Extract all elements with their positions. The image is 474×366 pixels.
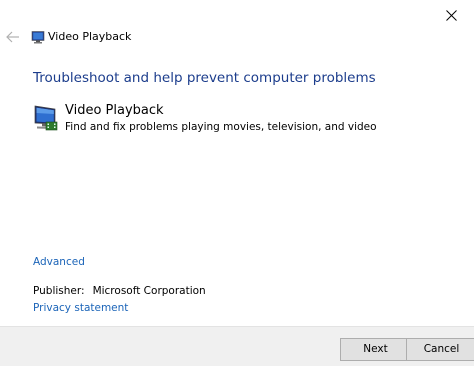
monitor-video-icon (34, 105, 58, 131)
back-arrow-icon[interactable] (6, 30, 20, 44)
close-button[interactable] (428, 0, 474, 30)
troubleshooter-window: Video Playback Troubleshoot and help pre… (0, 0, 474, 366)
next-button[interactable]: Next (340, 338, 411, 361)
cancel-button[interactable]: Cancel (406, 338, 474, 361)
window-title: Video Playback (48, 30, 132, 43)
troubleshooter-description: Find and fix problems playing movies, te… (65, 121, 377, 133)
footer-bar: Next Cancel (0, 326, 474, 366)
troubleshooter-name: Video Playback (65, 103, 164, 118)
publisher-label: Publisher: (33, 285, 85, 297)
publisher-info: Publisher: Microsoft Corporation (33, 285, 206, 297)
close-icon (445, 9, 457, 21)
advanced-link[interactable]: Advanced (33, 256, 85, 268)
troubleshooter-item[interactable]: Video Playback Find and fix problems pla… (33, 103, 453, 135)
title-bar: Video Playback (0, 26, 420, 50)
privacy-statement-link[interactable]: Privacy statement (33, 302, 128, 314)
monitor-video-icon (31, 31, 45, 44)
page-heading: Troubleshoot and help prevent computer p… (33, 70, 376, 86)
publisher-value: Microsoft Corporation (92, 285, 206, 297)
